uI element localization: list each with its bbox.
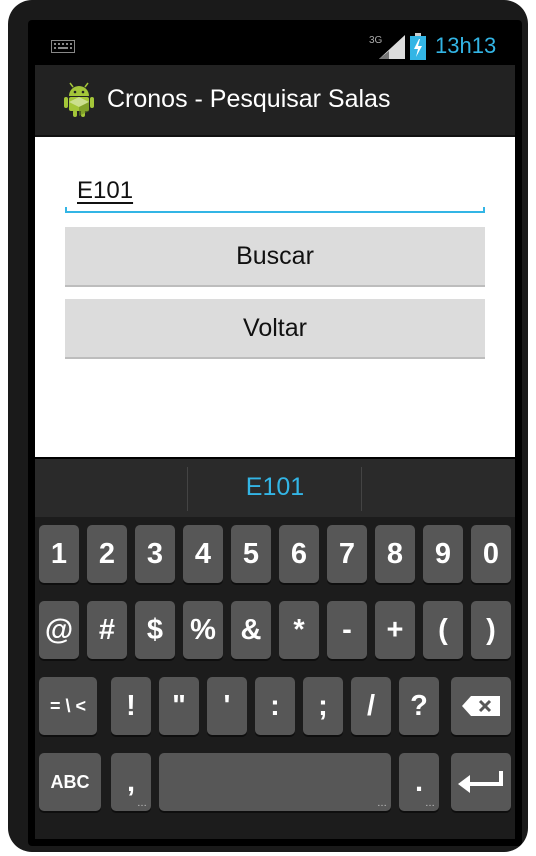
status-bar: 3G 13h13 <box>35 27 515 65</box>
key-8[interactable]: 8 <box>375 525 415 583</box>
space-key[interactable]: … <box>159 753 391 811</box>
action-bar: Cronos - Pesquisar Salas <box>35 65 515 137</box>
search-button[interactable]: Buscar <box>65 227 485 287</box>
key-asterisk[interactable]: * <box>279 601 319 659</box>
more-keys-indicator: … <box>425 798 435 809</box>
key-open-paren[interactable]: ( <box>423 601 463 659</box>
key-9[interactable]: 9 <box>423 525 463 583</box>
key-2[interactable]: 2 <box>87 525 127 583</box>
input-underline <box>65 207 485 213</box>
soft-keyboard: E101 1 2 3 4 5 6 7 8 9 0 @ # $ % & * - +… <box>35 459 515 839</box>
key-colon[interactable]: : <box>255 677 295 735</box>
key-hash[interactable]: # <box>87 601 127 659</box>
key-comma-label: , <box>126 765 136 798</box>
key-at[interactable]: @ <box>39 601 79 659</box>
key-comma[interactable]: , … <box>111 753 151 811</box>
keyboard-notification-icon <box>51 40 75 53</box>
room-search-input[interactable]: E101 <box>65 177 485 213</box>
page-title: Cronos - Pesquisar Salas <box>107 85 391 113</box>
android-robot-icon <box>64 82 94 117</box>
suggestion-word[interactable]: E101 <box>35 473 515 502</box>
key-double-quote[interactable]: " <box>159 677 199 735</box>
battery-charging-icon <box>410 33 426 60</box>
key-4[interactable]: 4 <box>183 525 223 583</box>
key-minus[interactable]: - <box>327 601 367 659</box>
key-ampersand[interactable]: & <box>231 601 271 659</box>
key-3[interactable]: 3 <box>135 525 175 583</box>
suggestion-strip: E101 <box>35 459 515 517</box>
key-semicolon[interactable]: ; <box>303 677 343 735</box>
phone-screen-bezel: 3G 13h13 Cronos - Pesquisar Salas E101 B… <box>28 20 522 846</box>
backspace-key[interactable] <box>451 677 511 735</box>
enter-icon <box>458 771 503 793</box>
back-button[interactable]: Voltar <box>65 299 485 359</box>
key-5[interactable]: 5 <box>231 525 271 583</box>
key-period[interactable]: . … <box>399 753 439 811</box>
key-7[interactable]: 7 <box>327 525 367 583</box>
key-exclamation[interactable]: ! <box>111 677 151 735</box>
device-frame: 3G 13h13 Cronos - Pesquisar Salas E101 B… <box>8 0 528 852</box>
more-keys-indicator: … <box>137 798 147 809</box>
key-0[interactable]: 0 <box>471 525 511 583</box>
key-dollar[interactable]: $ <box>135 601 175 659</box>
more-keys-indicator: … <box>377 798 387 809</box>
key-single-quote[interactable]: ' <box>207 677 247 735</box>
screen: 3G 13h13 Cronos - Pesquisar Salas E101 B… <box>35 27 515 839</box>
svg-text:3G: 3G <box>369 35 383 46</box>
main-content: E101 Buscar Voltar <box>35 137 515 457</box>
abc-key[interactable]: ABC <box>39 753 101 811</box>
search-input-value: E101 <box>77 177 134 204</box>
enter-key[interactable] <box>451 753 511 811</box>
key-plus[interactable]: + <box>375 601 415 659</box>
key-close-paren[interactable]: ) <box>471 601 511 659</box>
key-percent[interactable]: % <box>183 601 223 659</box>
key-6[interactable]: 6 <box>279 525 319 583</box>
signal-3g-icon: 3G <box>369 35 405 59</box>
key-question[interactable]: ? <box>399 677 439 735</box>
key-slash[interactable]: / <box>351 677 391 735</box>
clock: 13h13 <box>435 33 497 58</box>
key-more-symbols[interactable]: = \ < <box>39 677 97 735</box>
backspace-icon <box>462 696 500 716</box>
key-period-label: . <box>414 765 424 798</box>
key-1[interactable]: 1 <box>39 525 79 583</box>
